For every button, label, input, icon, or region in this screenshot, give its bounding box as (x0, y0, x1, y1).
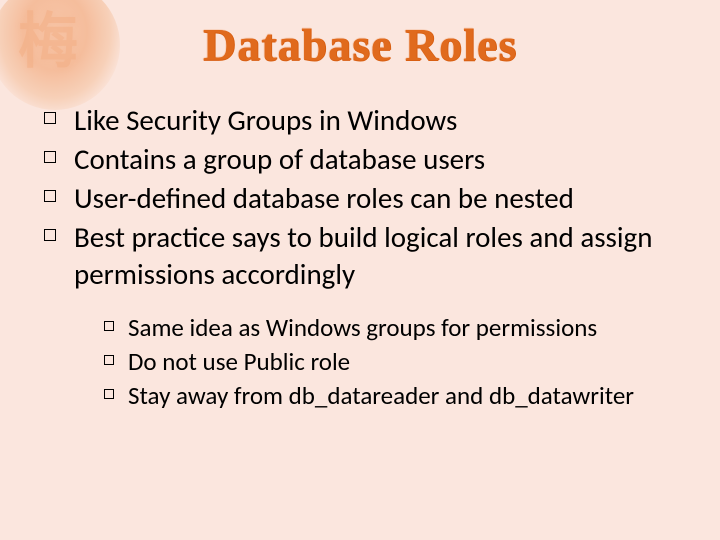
bullet-text: Do not use Public role (128, 346, 350, 377)
list-item: Like Security Groups in Windows (38, 102, 690, 139)
list-item: User-defined database roles can be neste… (38, 180, 690, 217)
list-item: Stay away from db_datareader and db_data… (100, 380, 690, 412)
slide: 梅 Database Roles Like Security Groups in… (0, 0, 720, 540)
bullet-list-lvl1: Like Security Groups in Windows Contains… (38, 102, 690, 294)
bullet-text: Contains a group of database users (74, 141, 485, 177)
list-item: Do not use Public role (100, 346, 690, 378)
bullet-list-lvl2: Same idea as Windows groups for permissi… (38, 312, 690, 412)
bullet-text: Like Security Groups in Windows (74, 102, 457, 138)
bullet-text: Same idea as Windows groups for permissi… (128, 312, 597, 343)
list-item: Contains a group of database users (38, 141, 690, 178)
slide-title: Database Roles (0, 18, 720, 71)
list-item: Best practice says to build logical role… (38, 219, 690, 293)
bullet-text: Stay away from db_datareader and db_data… (128, 380, 634, 411)
list-item: Same idea as Windows groups for permissi… (100, 312, 690, 344)
bullet-text: User-defined database roles can be neste… (74, 180, 574, 216)
bullet-text: Best practice says to build logical role… (74, 219, 652, 292)
slide-body: Like Security Groups in Windows Contains… (38, 102, 690, 414)
